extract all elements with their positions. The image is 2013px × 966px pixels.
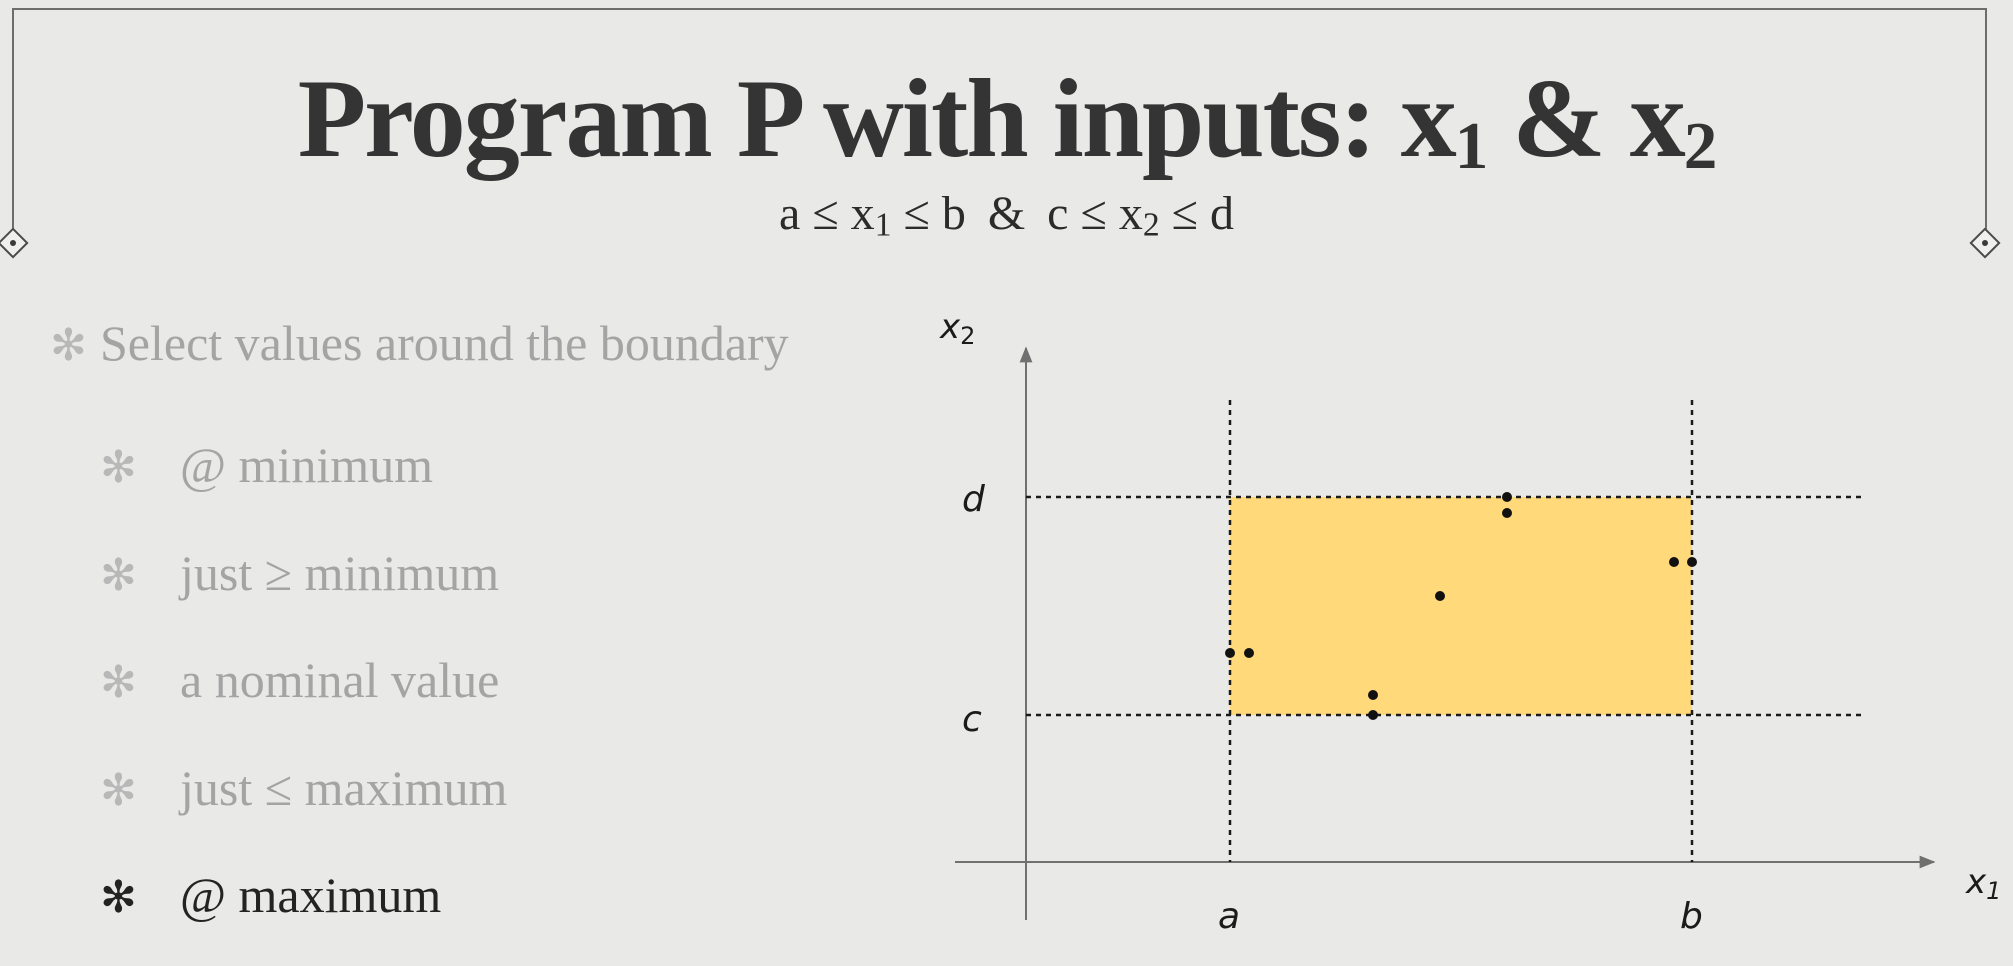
test-point bbox=[1502, 508, 1512, 518]
boundary-label-d: d bbox=[962, 479, 986, 520]
test-point bbox=[1669, 557, 1679, 567]
test-point bbox=[1687, 557, 1697, 567]
boundary-label-b: b bbox=[1680, 896, 1703, 937]
test-point bbox=[1435, 591, 1445, 601]
boundary-label-c: c bbox=[962, 699, 982, 740]
test-point bbox=[1244, 648, 1254, 658]
test-point bbox=[1225, 648, 1235, 658]
test-point bbox=[1502, 492, 1512, 502]
boundary-diagram: x2 x1 a b c d bbox=[939, 307, 2001, 937]
slide: Program P with inputs: x1 & x2 a ≤ x1 ≤ … bbox=[0, 0, 2013, 966]
axis-x-label: x1 bbox=[1965, 862, 2001, 905]
boundary-label-a: a bbox=[1218, 896, 1240, 937]
test-point bbox=[1368, 710, 1378, 720]
valid-region bbox=[1230, 497, 1692, 715]
test-point bbox=[1368, 690, 1378, 700]
axis-y-label: x2 bbox=[939, 307, 975, 350]
